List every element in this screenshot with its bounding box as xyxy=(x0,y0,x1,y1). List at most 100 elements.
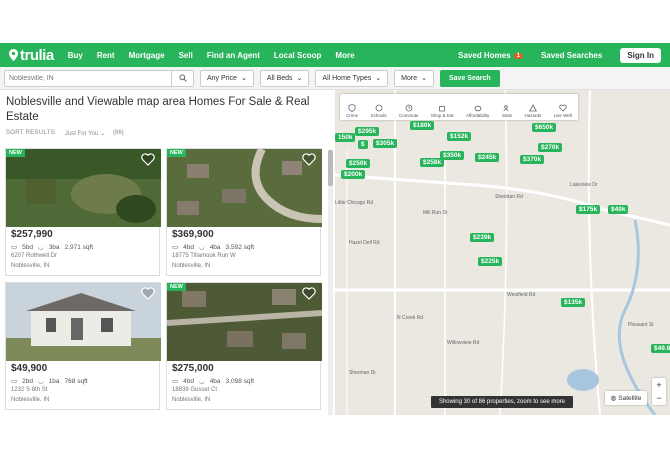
tool-shop-eat[interactable]: Shop & Eat xyxy=(431,104,454,118)
nav-find-agent[interactable]: Find an Agent xyxy=(207,51,260,60)
new-badge: NEW xyxy=(167,283,186,291)
save-search-button[interactable]: Save Search xyxy=(440,69,500,87)
zoom-out-button[interactable]: − xyxy=(656,393,661,403)
tool-live-well[interactable]: Live Well xyxy=(554,104,572,118)
map-price-pin[interactable]: $350k xyxy=(440,151,465,160)
listing-card[interactable]: NEW $257,990 ▭ 5bd ◡ 3ba 2,971 sqft 6207 Rot… xyxy=(5,148,161,276)
map-price-pin[interactable]: $305k xyxy=(373,139,398,148)
beds-dropdown[interactable]: All Beds ⌄ xyxy=(259,69,310,87)
map-price-pin[interactable]: $135k xyxy=(561,298,586,307)
tool-schools[interactable]: Schools xyxy=(371,104,387,118)
heart-icon[interactable] xyxy=(141,287,155,300)
home-types-label: All Home Types xyxy=(322,74,372,82)
location-pin-icon xyxy=(9,49,18,61)
satellite-toggle[interactable]: ◍ Satellite xyxy=(605,391,647,405)
heart-icon[interactable] xyxy=(302,153,316,166)
tool-label: Hazards xyxy=(524,113,542,118)
listing-photo[interactable]: NEW xyxy=(167,283,322,361)
map-price-pin[interactable]: $175k xyxy=(576,205,601,214)
home-types-dropdown[interactable]: All Home Types ⌄ xyxy=(315,69,389,87)
bath-icon: ◡ xyxy=(199,378,205,385)
listing-photo[interactable]: NEW xyxy=(6,149,161,227)
chevron-down-icon: ⌄ xyxy=(421,75,427,82)
chevron-down-icon: ⌄ xyxy=(375,75,382,82)
map-price-pin[interactable]: 150k xyxy=(335,133,356,142)
sign-in-button[interactable]: Sign In xyxy=(620,47,661,63)
tool-label: Stats xyxy=(501,113,513,118)
saved-homes-label: Saved Homes xyxy=(458,50,511,60)
map-price-pin[interactable]: $200k xyxy=(341,170,366,179)
price-dropdown[interactable]: Any Price ⌄ xyxy=(200,69,254,87)
search-input[interactable] xyxy=(5,70,171,86)
map-price-pin[interactable]: $650k xyxy=(532,123,557,132)
new-badge: NEW xyxy=(6,149,25,157)
saved-homes-link[interactable]: Saved Homes 1 xyxy=(458,51,523,60)
sort-dropdown[interactable]: Just For You ⌄ xyxy=(65,130,105,137)
logo-text: trulia xyxy=(20,46,54,64)
heart-icon[interactable] xyxy=(141,153,155,166)
listing-address: 18775 Tillamook Run W xyxy=(172,253,236,259)
listing-photo[interactable]: NEW xyxy=(167,149,322,227)
tool-stats[interactable]: Stats xyxy=(502,104,512,118)
listing-address: 1232 S 8th St xyxy=(11,387,48,393)
map-price-pin[interactable]: $152k xyxy=(447,132,472,141)
listing-city: Noblesville, IN xyxy=(172,263,211,269)
nav-more[interactable]: More xyxy=(335,51,354,60)
map-price-pin[interactable]: $180k xyxy=(410,121,435,130)
clock-icon xyxy=(405,104,413,112)
listing-card[interactable]: NEW $369,900 ▭ 4bd ◡ 4ba 3,592 sqft 18775 Ti… xyxy=(166,148,322,276)
nav-local-scoop[interactable]: Local Scoop xyxy=(274,51,322,60)
more-dropdown[interactable]: More ⌄ xyxy=(394,69,434,87)
bed-icon: ▭ xyxy=(172,378,179,385)
results-scrollbar[interactable] xyxy=(328,150,333,415)
more-label: More xyxy=(401,74,418,82)
baths-count: 3ba xyxy=(48,243,60,251)
road-label: Hazel Dell Rd xyxy=(349,240,380,246)
map-price-pin[interactable]: $40k xyxy=(608,205,629,214)
nav-buy[interactable]: Buy xyxy=(68,51,83,60)
road-label: Pleasant St xyxy=(628,322,654,328)
aerial-photo xyxy=(167,283,322,361)
sort-label: SORT RESULTS: xyxy=(6,130,57,136)
bath-icon: ◡ xyxy=(199,244,205,251)
map-price-pin[interactable]: $295k xyxy=(355,127,380,136)
tool-crime[interactable]: Crime xyxy=(346,104,358,118)
road-label: Sherman Dr xyxy=(349,370,376,376)
map-price-pin[interactable]: $ xyxy=(358,140,368,149)
map-price-pin[interactable]: $239k xyxy=(470,233,495,242)
listing-photo[interactable] xyxy=(6,283,161,361)
location-search xyxy=(4,69,194,87)
tool-hazards[interactable]: Hazards xyxy=(524,104,541,118)
tool-label: Commute xyxy=(398,113,419,118)
heart-icon xyxy=(558,104,567,112)
saved-searches-link[interactable]: Saved Searches xyxy=(541,51,602,60)
tool-commute[interactable]: Commute xyxy=(398,104,419,118)
chevron-down-icon: ⌄ xyxy=(296,75,303,82)
nav-sell[interactable]: Sell xyxy=(179,51,193,60)
nav-mortgage[interactable]: Mortgage xyxy=(129,51,165,60)
map-price-pin[interactable]: $270k xyxy=(538,143,563,152)
warning-icon xyxy=(528,104,537,112)
zoom-in-button[interactable]: + xyxy=(656,380,661,390)
nav-rent[interactable]: Rent xyxy=(97,51,115,60)
piggy-bank-icon xyxy=(474,105,482,112)
people-icon xyxy=(503,105,509,112)
map-price-pin[interactable]: $225k xyxy=(478,257,503,266)
results-panel: Noblesville and Viewable map area Homes … xyxy=(0,90,335,415)
road-label: Little Chicago Rd xyxy=(335,200,374,206)
map-price-pin[interactable]: $250k xyxy=(346,159,371,168)
listing-card[interactable]: NEW $275,000 ▭ 4bd ◡ 4ba 3,098 sqft 18839 Gu… xyxy=(166,282,322,410)
map-panel[interactable]: Crime Schools Commute Shop & Eat Afforda… xyxy=(335,90,670,415)
map-price-pin[interactable]: $49.9 xyxy=(651,344,670,353)
listing-card[interactable]: $49,900 ▭ 2bd ◡ 1ba 768 sqft 1232 S 8th St N… xyxy=(5,282,161,410)
house-photo xyxy=(6,283,161,361)
map-price-pin[interactable]: $245k xyxy=(475,153,500,162)
scrollbar-thumb[interactable] xyxy=(328,150,333,186)
tool-affordability[interactable]: Affordability xyxy=(466,104,489,118)
school-icon xyxy=(375,104,382,112)
map-price-pin[interactable]: $370k xyxy=(520,155,545,164)
trulia-logo[interactable]: trulia xyxy=(9,47,54,64)
heart-icon[interactable] xyxy=(302,287,316,300)
search-button[interactable] xyxy=(171,70,193,86)
new-badge: NEW xyxy=(167,149,186,157)
